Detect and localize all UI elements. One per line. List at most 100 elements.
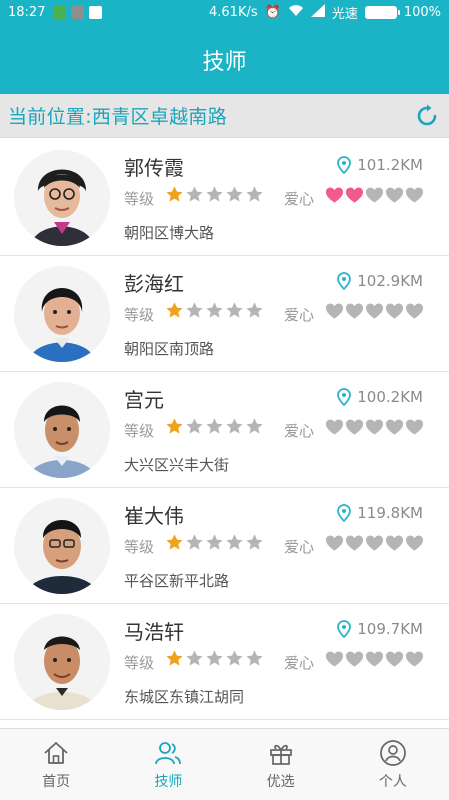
star-empty-icon: [206, 534, 223, 550]
star-empty-icon: [226, 302, 243, 318]
star-filled-icon: [166, 186, 183, 202]
tab-featured[interactable]: 优选: [225, 729, 337, 800]
heart-empty-icon: [325, 303, 344, 319]
heart-empty-icon: [385, 303, 404, 319]
distance-value: 100.2KM: [357, 388, 423, 406]
star-empty-icon: [206, 186, 223, 202]
location-pin-icon: [337, 272, 352, 290]
person-icon: [380, 739, 406, 766]
level-label: 等级: [124, 306, 155, 324]
avatar: [14, 382, 110, 478]
star-empty-icon: [206, 302, 223, 318]
love-label: 爱心: [284, 538, 315, 556]
technician-row[interactable]: 崔大伟 119.8KM 等级 爱心 平谷区新平北路: [0, 488, 449, 604]
gift-icon: [269, 744, 292, 765]
heart-filled-icon: [325, 187, 344, 203]
distance-value: 101.2KM: [357, 156, 423, 174]
star-filled-icon: [166, 534, 183, 550]
heart-empty-icon: [345, 303, 364, 319]
heart-empty-icon: [325, 651, 344, 667]
heart-empty-icon: [345, 419, 364, 435]
star-empty-icon: [186, 534, 203, 550]
heart-filled-icon: [345, 187, 364, 203]
love-hearts: [325, 418, 424, 437]
star-empty-icon: [186, 650, 203, 666]
tab-profile[interactable]: 个人: [337, 729, 449, 800]
heart-empty-icon: [405, 187, 424, 203]
battery-icon: [364, 6, 400, 19]
heart-empty-icon: [365, 651, 384, 667]
star-filled-icon: [166, 650, 183, 666]
heart-empty-icon: [365, 187, 384, 203]
love-hearts: [325, 186, 424, 205]
notification-icon: [71, 6, 85, 19]
distance-value: 102.9KM: [357, 272, 423, 290]
technician-address: 东城区东镇江胡同: [124, 688, 245, 706]
avatar: [14, 266, 110, 362]
tab-label: 首页: [42, 773, 71, 790]
technician-address: 朝阳区南顶路: [124, 340, 215, 358]
technician-row[interactable]: 马浩轩 109.7KM 等级 爱心 东城区东镇江胡同: [0, 604, 449, 720]
star-empty-icon: [246, 534, 263, 550]
heart-empty-icon: [345, 535, 364, 551]
heart-empty-icon: [365, 303, 384, 319]
heart-empty-icon: [385, 187, 404, 203]
distance-label: 101.2KM: [336, 156, 423, 174]
heart-empty-icon: [345, 651, 364, 667]
heart-empty-icon: [405, 651, 424, 667]
star-empty-icon: [246, 186, 263, 202]
location-pin-icon: [337, 156, 352, 174]
page-title: 技师: [202, 49, 247, 75]
heart-empty-icon: [325, 535, 344, 551]
technician-name: 郭传霞: [124, 156, 184, 180]
level-stars: [165, 649, 264, 668]
technician-row[interactable]: 彭海红 102.9KM 等级 爱心 朝阳区南顶路: [0, 256, 449, 372]
technician-address: 平谷区新平北路: [124, 572, 230, 590]
star-empty-icon: [246, 650, 263, 666]
distance-label: 109.7KM: [336, 620, 423, 638]
technician-row[interactable]: 郭传霞 101.2KM 等级 爱心 朝阳区博大路: [0, 140, 449, 256]
notification-icon: [89, 6, 103, 19]
tab-home[interactable]: 首页: [0, 729, 112, 800]
heart-empty-icon: [385, 419, 404, 435]
level-label: 等级: [124, 190, 155, 208]
technician-name: 崔大伟: [124, 504, 184, 528]
heart-empty-icon: [405, 303, 424, 319]
location-pin-icon: [337, 620, 352, 638]
level-label: 等级: [124, 538, 155, 556]
star-empty-icon: [226, 186, 243, 202]
distance-value: 119.8KM: [357, 504, 423, 522]
tab-label: 个人: [378, 773, 407, 790]
love-label: 爱心: [284, 654, 315, 672]
level-stars: [165, 533, 264, 552]
love-hearts: [325, 534, 424, 553]
technician-name: 宫元: [124, 388, 164, 412]
distance-label: 119.8KM: [336, 504, 423, 522]
level-stars: [165, 301, 264, 320]
level-stars: [165, 417, 264, 436]
technician-name: 马浩轩: [124, 620, 184, 644]
distance-value: 109.7KM: [357, 620, 423, 638]
distance-label: 100.2KM: [336, 388, 423, 406]
level-label: 等级: [124, 654, 155, 672]
technician-list: 郭传霞 101.2KM 等级 爱心 朝阳区博大路 彭海红 102.9KM 等级 …: [0, 140, 449, 730]
star-empty-icon: [226, 418, 243, 434]
avatar: [14, 614, 110, 710]
heart-empty-icon: [385, 651, 404, 667]
refresh-icon[interactable]: [413, 102, 441, 130]
tab-technicians[interactable]: 技师: [112, 729, 224, 800]
star-empty-icon: [226, 534, 243, 550]
notification-icon: [53, 6, 67, 19]
star-empty-icon: [206, 418, 223, 434]
heart-empty-icon: [385, 535, 404, 551]
star-empty-icon: [186, 186, 203, 202]
technician-address: 朝阳区博大路: [124, 224, 215, 242]
heart-empty-icon: [405, 535, 424, 551]
heart-empty-icon: [365, 419, 384, 435]
love-label: 爱心: [284, 190, 315, 208]
location-pin-icon: [337, 504, 352, 522]
signal-icon: [310, 4, 325, 21]
status-time: 18:27: [8, 5, 46, 20]
battery-percent: 100%: [403, 5, 441, 20]
technician-row[interactable]: 宫元 100.2KM 等级 爱心 大兴区兴丰大街: [0, 372, 449, 488]
